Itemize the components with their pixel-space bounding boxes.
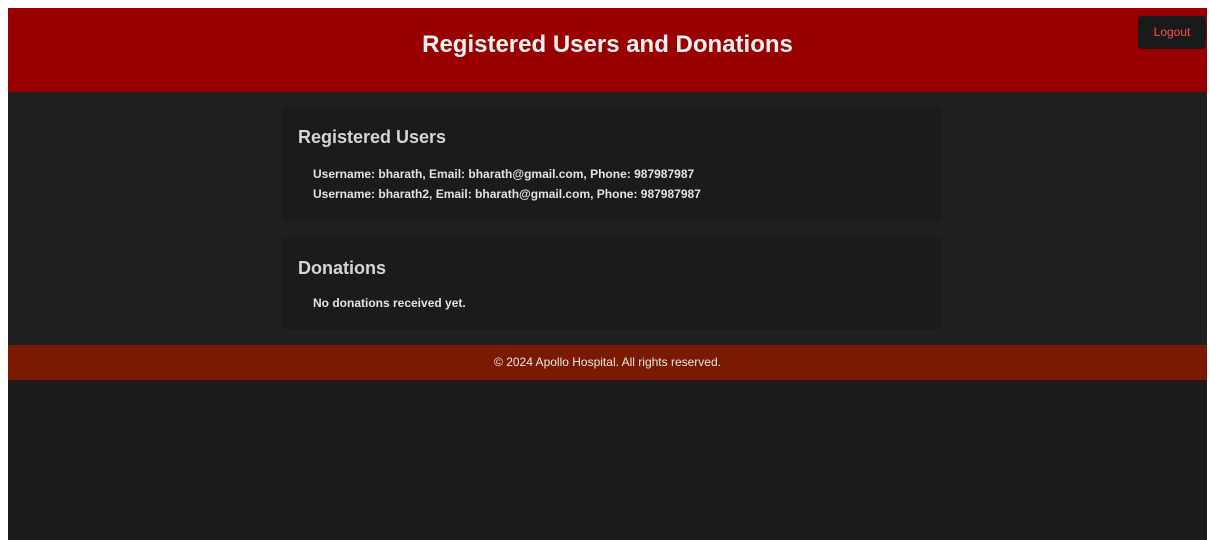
page-title: Registered Users and Donations: [422, 31, 793, 58]
registered-users-heading: Registered Users: [298, 127, 447, 147]
copyright-text: © 2024 Apollo Hospital. All rights reser…: [494, 355, 721, 369]
donations-empty-message: No donations received yet.: [313, 296, 466, 310]
user-list-item: Username: bharath2, Email: bharath@gmail…: [313, 187, 701, 201]
donations-card: Donations No donations received yet.: [281, 237, 942, 330]
donations-heading: Donations: [298, 258, 386, 278]
main-content: Registered Users Username: bharath, Emai…: [8, 92, 1207, 345]
page-header: Registered Users and Donations Logout: [8, 8, 1207, 92]
logout-button[interactable]: Logout: [1138, 16, 1206, 49]
page-footer: © 2024 Apollo Hospital. All rights reser…: [8, 345, 1207, 380]
page: Registered Users and Donations Logout Re…: [8, 8, 1207, 540]
empty-background: [8, 380, 1207, 540]
registered-users-card: Registered Users Username: bharath, Emai…: [281, 107, 942, 221]
user-list-item: Username: bharath, Email: bharath@gmail.…: [313, 167, 695, 181]
